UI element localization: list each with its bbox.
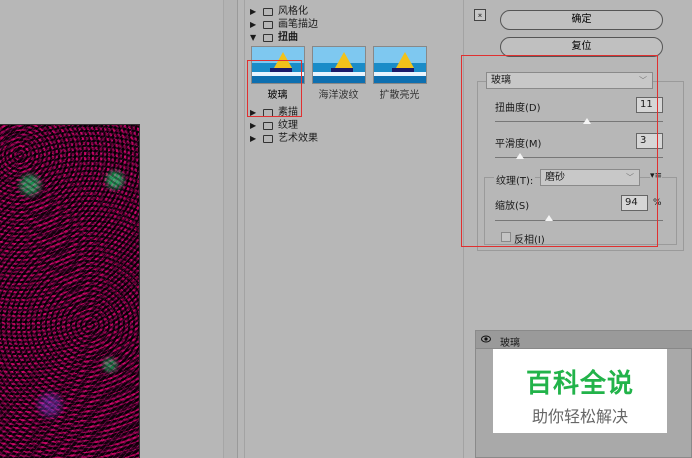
category-label: 艺术效果: [278, 133, 318, 144]
thumbnail-diffuse-glow[interactable]: 扩散亮光: [371, 46, 428, 106]
category-label: 纹理: [278, 120, 298, 131]
category-distort[interactable]: ▼ 扭曲: [245, 31, 463, 44]
eye-icon[interactable]: [481, 335, 491, 343]
thumbnail-image: [311, 46, 366, 84]
thumbnail-label: 扩散亮光: [379, 90, 420, 101]
expand-arrow-icon[interactable]: ▶: [250, 18, 260, 31]
category-stylize[interactable]: ▶ 风格化: [245, 5, 463, 18]
preview-area[interactable]: [0, 0, 238, 458]
effect-layer-row[interactable]: 玻璃: [476, 331, 692, 349]
folder-icon: [263, 134, 273, 143]
preview-image: [0, 124, 140, 458]
category-label: 风格化: [278, 6, 308, 17]
expand-arrow-icon[interactable]: ▶: [250, 119, 260, 132]
ok-button[interactable]: 确定: [500, 10, 663, 30]
category-label: 画笔描边: [278, 19, 318, 30]
open-folder-icon: [263, 33, 273, 42]
thumbnail-label: 海洋波纹: [318, 90, 359, 101]
expand-arrow-icon[interactable]: ▶: [250, 132, 260, 145]
category-brush-strokes[interactable]: ▶ 画笔描边: [245, 18, 463, 31]
expand-arrow-icon[interactable]: ▶: [250, 5, 260, 18]
watermark-title: 百科全说: [525, 369, 634, 399]
reset-button[interactable]: 复位: [500, 37, 663, 57]
folder-icon: [263, 121, 273, 130]
category-label: 扭曲: [278, 32, 298, 43]
category-artistic[interactable]: ▶ 艺术效果: [245, 132, 463, 145]
folder-icon: [263, 20, 273, 29]
collapse-arrow-icon[interactable]: ▼: [250, 31, 260, 44]
category-texture[interactable]: ▶ 纹理: [245, 119, 463, 132]
effect-layer-name: 玻璃: [500, 338, 520, 349]
thumbnail-image: [372, 46, 427, 84]
collapse-icon[interactable]: ⌅: [474, 9, 486, 21]
settings-highlight: [461, 55, 658, 247]
folder-icon: [263, 7, 273, 16]
watermark-logo: 百科全说 助你轻松解决: [493, 349, 667, 433]
thumbnail-ocean-ripple[interactable]: 海洋波纹: [310, 46, 367, 106]
preview-canvas[interactable]: [0, 0, 224, 458]
watermark-subtitle: 助你轻松解决: [531, 407, 628, 426]
selection-highlight: [247, 60, 302, 117]
